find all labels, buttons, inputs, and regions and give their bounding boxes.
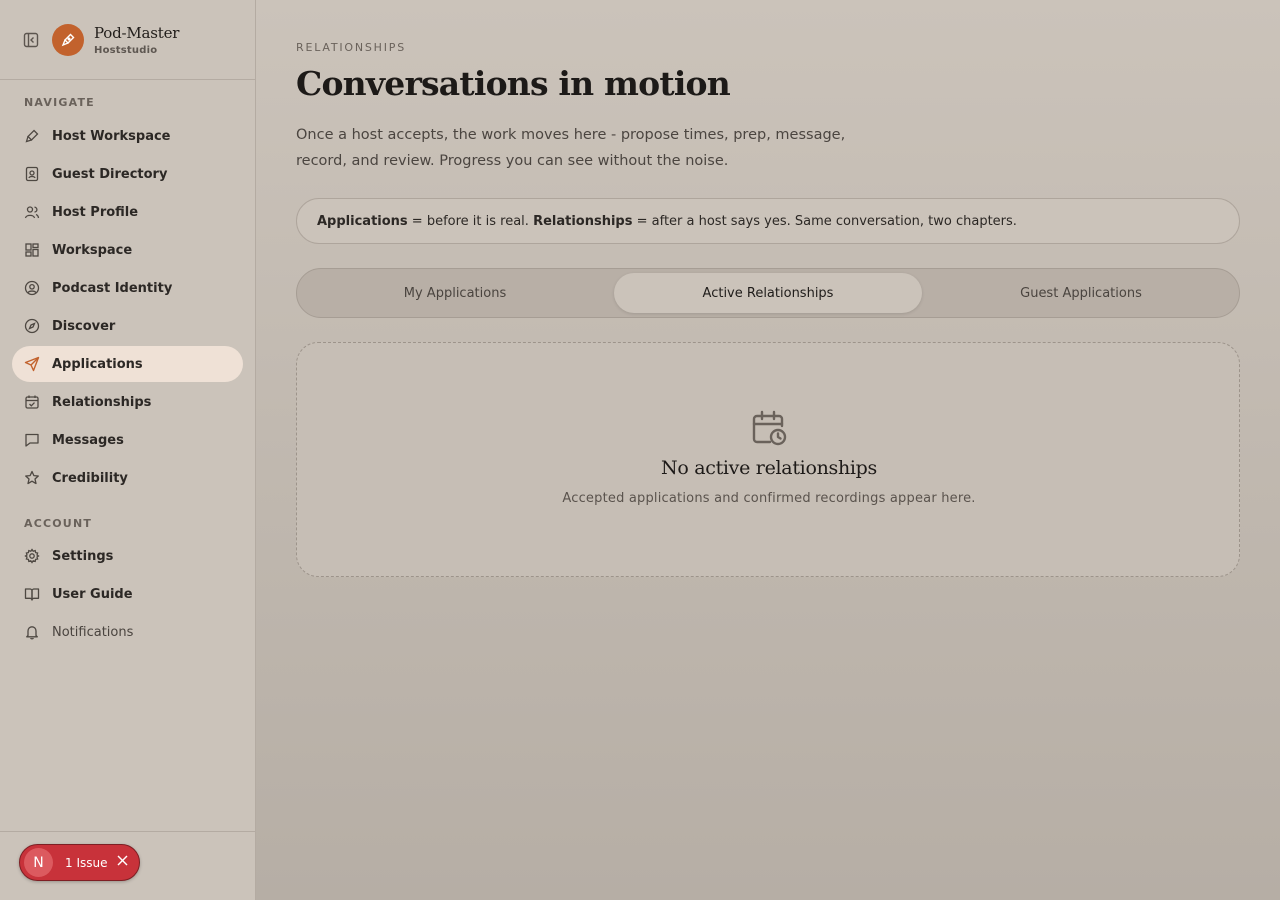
sidebar-item-host-workspace[interactable]: Host Workspace [12, 118, 243, 154]
issue-badge[interactable]: N 1 Issue [19, 844, 140, 881]
sidebar-collapse-icon[interactable] [22, 31, 40, 49]
empty-state-subtitle: Accepted applications and confirmed reco… [562, 491, 976, 506]
star-icon [24, 470, 40, 486]
calendar-clock-icon [750, 409, 788, 447]
sidebar-item-label: Relationships [52, 394, 152, 410]
message-square-icon [24, 432, 40, 448]
gear-icon [24, 548, 40, 564]
tab-guest-applications[interactable]: Guest Applications [927, 273, 1235, 313]
empty-state-card: No active relationships Accepted applica… [296, 342, 1240, 577]
app-name: Pod-Master [94, 23, 180, 42]
sidebar-divider [0, 831, 256, 832]
compass-icon [24, 318, 40, 334]
page-title: Conversations in motion [296, 64, 731, 103]
navigate-section-label: NAVIGATE [24, 96, 95, 109]
sidebar-item-label: User Guide [52, 586, 133, 602]
sidebar-item-label: Applications [52, 356, 143, 372]
sidebar-item-label: Workspace [52, 242, 133, 258]
info-term-relationships: Relationships [533, 213, 633, 229]
brand-header: Pod-Master Hoststudio [0, 0, 255, 80]
send-icon [24, 356, 40, 372]
sidebar-item-user-guide[interactable]: User Guide [12, 576, 243, 612]
info-banner: Applications = before it is real. Relati… [296, 198, 1240, 244]
sidebar-item-messages[interactable]: Messages [12, 422, 243, 458]
sidebar-item-relationships[interactable]: Relationships [12, 384, 243, 420]
issue-avatar: N [24, 848, 53, 877]
sidebar-item-label: Guest Directory [52, 166, 168, 182]
book-open-icon [24, 586, 40, 602]
sidebar-item-label: Host Workspace [52, 128, 171, 144]
dashboard-icon [24, 242, 40, 258]
sidebar-item-settings[interactable]: Settings [12, 538, 243, 574]
close-icon[interactable] [117, 855, 128, 870]
sidebar-item-credibility[interactable]: Credibility [12, 460, 243, 496]
page-description: Once a host accepts, the work moves here… [296, 127, 846, 169]
sidebar-item-workspace[interactable]: Workspace [12, 232, 243, 268]
sidebar-item-label: Messages [52, 432, 124, 448]
info-term-applications: Applications [317, 213, 408, 229]
calendar-check-icon [24, 394, 40, 410]
contact-book-icon [24, 166, 40, 182]
sidebar-item-podcast-identity[interactable]: Podcast Identity [12, 270, 243, 306]
sidebar-item-label: Host Profile [52, 204, 139, 220]
tab-my-applications[interactable]: My Applications [301, 273, 609, 313]
sidebar-item-applications[interactable]: Applications [12, 346, 243, 382]
tab-bar: My Applications Active Relationships Gue… [296, 268, 1240, 318]
bell-icon [24, 624, 40, 640]
info-def-relationships: = after a host says yes. Same conversati… [632, 213, 1017, 229]
page-eyebrow: RELATIONSHIPS [296, 41, 407, 54]
issue-count: 1 Issue [65, 855, 108, 870]
account-section-label: ACCOUNT [24, 517, 93, 530]
app-subtitle: Hoststudio [94, 44, 158, 56]
sidebar-item-discover[interactable]: Discover [12, 308, 243, 344]
pen-nib-icon [24, 128, 40, 144]
logo-mic-icon [52, 23, 84, 56]
info-def-applications: = before it is real. [407, 213, 534, 229]
empty-state-title: No active relationships [661, 457, 877, 479]
sidebar-item-notifications[interactable]: Notifications [12, 614, 243, 650]
sidebar-item-guest-directory[interactable]: Guest Directory [12, 156, 243, 192]
sidebar-item-label: Discover [52, 318, 116, 334]
users-icon [24, 204, 40, 220]
user-circle-icon [24, 280, 40, 296]
sidebar-item-label: Notifications [52, 624, 134, 640]
sidebar: Pod-Master Hoststudio NAVIGATE Host Work… [0, 0, 256, 900]
sidebar-item-label: Settings [52, 548, 114, 564]
sidebar-item-label: Credibility [52, 470, 128, 486]
sidebar-item-label: Podcast Identity [52, 280, 173, 296]
sidebar-item-host-profile[interactable]: Host Profile [12, 194, 243, 230]
tab-active-relationships[interactable]: Active Relationships [614, 273, 922, 313]
